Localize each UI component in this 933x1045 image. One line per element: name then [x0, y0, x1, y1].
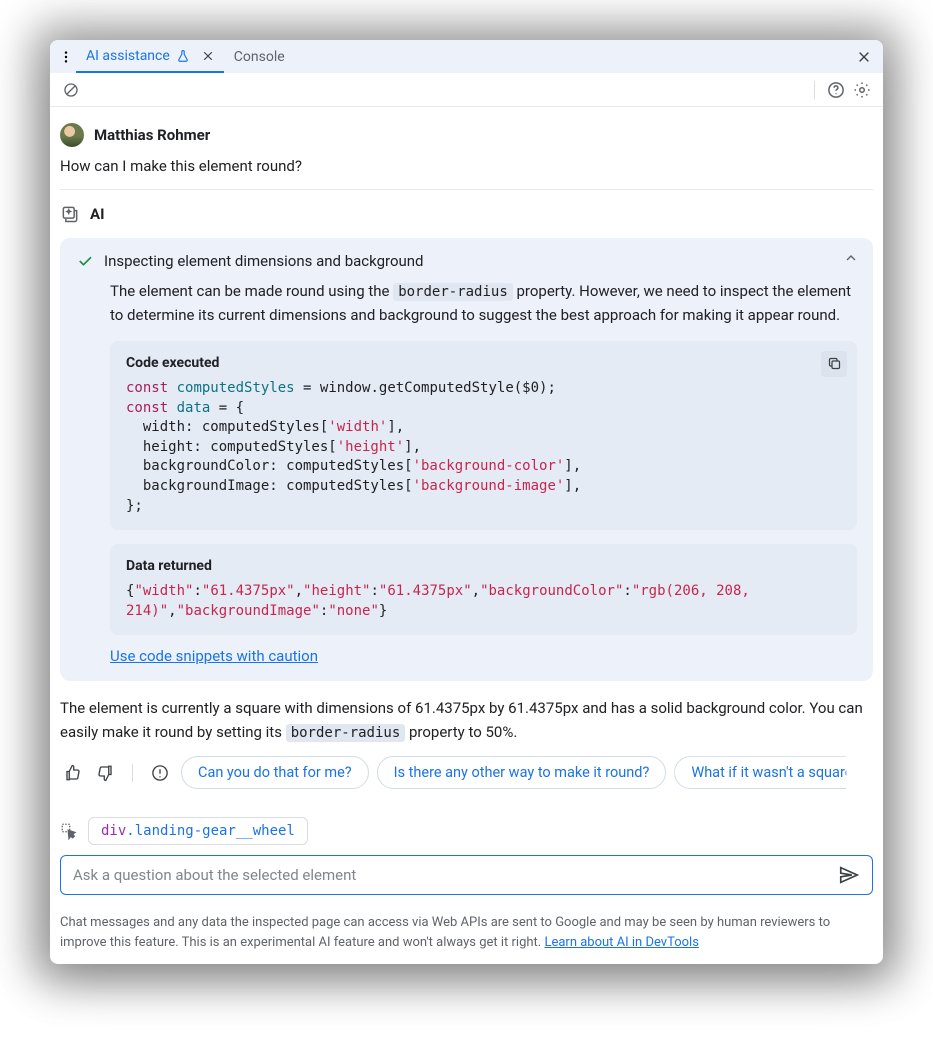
tab-label: AI assistance — [86, 48, 170, 64]
feedback-group — [60, 760, 173, 786]
data-returned-label: Data returned — [126, 558, 841, 574]
ai-label: AI — [90, 205, 104, 223]
thumbs-down-icon[interactable] — [92, 760, 118, 786]
feedback-divider — [132, 764, 133, 782]
tab-bar: AI assistance Console — [50, 40, 883, 73]
report-icon[interactable] — [147, 760, 173, 786]
ai-sparkle-icon — [60, 204, 80, 224]
flask-icon — [176, 49, 190, 63]
help-icon[interactable] — [823, 77, 849, 103]
disclaimer: Chat messages and any data the inspected… — [50, 903, 883, 964]
suggestion-chip[interactable]: What if it wasn't a square? — [674, 756, 873, 789]
send-icon[interactable] — [834, 860, 864, 890]
selected-element-pill[interactable]: div.landing-gear__wheel — [88, 817, 308, 845]
user-message-block: Matthias Rohmer How can I make this elem… — [60, 123, 873, 190]
ai-step-description: The element can be made round using the … — [76, 280, 857, 327]
select-element-icon[interactable] — [60, 822, 78, 840]
prompt-input-wrap — [60, 855, 873, 895]
copy-icon[interactable] — [821, 351, 847, 377]
tab-label: Console — [234, 49, 285, 65]
caution-link[interactable]: Use code snippets with caution — [110, 647, 318, 665]
user-message-text: How can I make this element round? — [60, 157, 873, 175]
user-header: Matthias Rohmer — [60, 123, 873, 147]
tab-console[interactable]: Console — [224, 40, 295, 73]
toolbar — [50, 73, 883, 107]
user-name: Matthias Rohmer — [94, 126, 210, 144]
ai-header: AI — [60, 204, 873, 224]
chat-content: Matthias Rohmer How can I make this elem… — [50, 107, 883, 903]
close-window-icon[interactable] — [851, 44, 877, 70]
disclaimer-link[interactable]: Learn about AI in DevTools — [544, 935, 698, 950]
toolbar-divider — [814, 81, 815, 99]
actions-row: Can you do that for me? Is there any oth… — [60, 756, 873, 789]
clear-icon[interactable] — [58, 77, 84, 103]
context-row: div.landing-gear__wheel — [60, 817, 873, 845]
ai-step-title: Inspecting element dimensions and backgr… — [104, 252, 424, 270]
caution-row: Use code snippets with caution — [110, 647, 857, 665]
code-executed-block: const computedStyles = window.getCompute… — [126, 379, 841, 516]
data-returned-block: {"width":"61.4375px","height":"61.4375px… — [126, 582, 841, 621]
close-tab-icon[interactable] — [196, 50, 214, 62]
code-executed-card: Code executed const computedStyles = win… — [110, 341, 857, 530]
data-returned-card: Data returned {"width":"61.4375px","heig… — [110, 544, 857, 635]
tab-ai-assistance[interactable]: AI assistance — [76, 40, 224, 73]
code-executed-label: Code executed — [126, 355, 841, 371]
kebab-menu-icon[interactable] — [56, 44, 76, 70]
settings-gear-icon[interactable] — [849, 77, 875, 103]
check-icon — [76, 252, 94, 270]
ai-summary: The element is currently a square with d… — [60, 697, 873, 744]
inline-code: border-radius — [286, 724, 406, 742]
suggestion-chip[interactable]: Is there any other way to make it round? — [377, 756, 667, 789]
inline-code: border-radius — [393, 283, 513, 301]
collapse-chevron-icon[interactable] — [843, 250, 859, 266]
ai-step-box: Inspecting element dimensions and backgr… — [60, 238, 873, 681]
avatar — [60, 123, 84, 147]
thumbs-up-icon[interactable] — [60, 760, 86, 786]
devtools-window: AI assistance Console — [50, 40, 883, 964]
prompt-input[interactable] — [71, 865, 834, 885]
suggestion-chip[interactable]: Can you do that for me? — [181, 756, 369, 789]
